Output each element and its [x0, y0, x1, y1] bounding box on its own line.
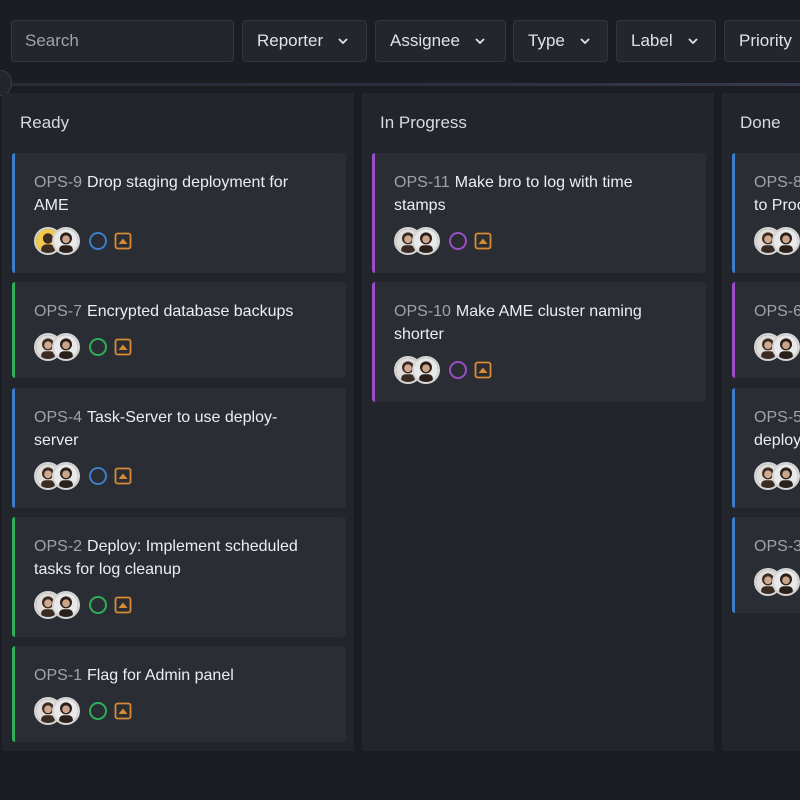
- card-ops-10[interactable]: OPS-10 Make AME cluster naming shorter: [372, 282, 706, 402]
- chevron-down-icon: [687, 38, 698, 45]
- search-input[interactable]: [11, 20, 234, 62]
- card-key: OPS-1: [34, 667, 83, 684]
- assignee-avatars[interactable]: [754, 462, 800, 490]
- priority-up-icon: [114, 596, 132, 614]
- card-ops-3[interactable]: OPS-3: [732, 517, 800, 613]
- card-title: deploy: [754, 432, 800, 449]
- chevron-down-icon: [580, 38, 590, 45]
- avatar: [52, 333, 80, 361]
- assignee-avatars[interactable]: [34, 227, 80, 255]
- avatar: [772, 568, 800, 596]
- avatar: [52, 227, 80, 255]
- card-ops-1[interactable]: OPS-1 Flag for Admin panel: [12, 646, 346, 742]
- assignee-avatars[interactable]: [754, 568, 800, 596]
- avatar: [772, 333, 800, 361]
- horizontal-scrollbar[interactable]: [12, 83, 800, 86]
- priority-up-icon: [114, 338, 132, 356]
- card-ops-8[interactable]: OPS-8 to Proc: [732, 153, 800, 273]
- assignee-avatars[interactable]: [34, 591, 80, 619]
- column-title: In Progress: [380, 113, 467, 132]
- status-in-progress-icon: [449, 232, 467, 250]
- card-ops-2[interactable]: OPS-2 Deploy: Implement scheduled tasks f…: [12, 517, 346, 637]
- chevron-down-icon: [338, 38, 348, 45]
- card-ops-9[interactable]: OPS-9 Drop staging deployment for AME: [12, 153, 346, 273]
- card-ops-7[interactable]: OPS-7 Encrypted database backups: [12, 282, 346, 378]
- avatar: [412, 227, 440, 255]
- priority-up-icon: [474, 361, 492, 379]
- priority-filter-label: Priority: [739, 31, 792, 50]
- card-ops-6[interactable]: OPS-6: [732, 282, 800, 378]
- status-in-progress-icon: [449, 361, 467, 379]
- column-done: Done OPS-8 to Proc OPS-6 OPS-5 deploy OP…: [722, 93, 800, 751]
- card-key: OPS-10: [394, 303, 451, 320]
- label-filter-label: Label: [631, 31, 673, 50]
- avatar: [52, 591, 80, 619]
- avatar: [412, 356, 440, 384]
- status-open-icon: [89, 467, 107, 485]
- assignee-avatars[interactable]: [34, 462, 80, 490]
- card-ops-5[interactable]: OPS-5 deploy: [732, 388, 800, 508]
- avatar: [772, 462, 800, 490]
- card-key: OPS-11: [394, 174, 450, 191]
- column-in-progress: In Progress OPS-11 Make bro to log with t…: [362, 93, 714, 751]
- type-filter-button[interactable]: Type: [513, 20, 608, 62]
- card-key: OPS-5: [754, 409, 800, 426]
- card-ops-4[interactable]: OPS-4 Task-Server to use deploy-server: [12, 388, 346, 508]
- assignee-avatars[interactable]: [754, 333, 800, 361]
- column-title: Ready: [20, 113, 70, 132]
- type-filter-label: Type: [528, 31, 565, 50]
- status-open-icon: [89, 232, 107, 250]
- assignee-avatars[interactable]: [754, 227, 800, 255]
- avatar: [772, 227, 800, 255]
- card-key: OPS-3: [754, 538, 800, 555]
- avatar: [52, 697, 80, 725]
- filter-bar: Reporter Assignee Type Label Priority: [0, 0, 800, 84]
- status-done-icon: [89, 338, 107, 356]
- card-key: OPS-7: [34, 303, 83, 320]
- assignee-avatars[interactable]: [34, 697, 80, 725]
- label-filter-button[interactable]: Label: [616, 20, 716, 62]
- priority-up-icon: [114, 702, 132, 720]
- card-key: OPS-2: [34, 538, 83, 555]
- assignee-avatars[interactable]: [394, 227, 440, 255]
- avatar: [52, 462, 80, 490]
- priority-filter-button[interactable]: Priority: [724, 20, 800, 62]
- status-done-icon: [89, 596, 107, 614]
- column-title: Done: [740, 113, 781, 132]
- reporter-filter-button[interactable]: Reporter: [242, 20, 367, 62]
- assignee-avatars[interactable]: [394, 356, 440, 384]
- card-key: OPS-4: [34, 409, 83, 426]
- assignee-avatars[interactable]: [34, 333, 80, 361]
- card-key: OPS-9: [34, 174, 83, 191]
- assignee-filter-button[interactable]: Assignee: [375, 20, 506, 62]
- card-title: Encrypted database backups: [87, 303, 294, 320]
- status-done-icon: [89, 702, 107, 720]
- reporter-filter-label: Reporter: [257, 31, 324, 50]
- chevron-down-icon: [475, 38, 485, 45]
- card-key: OPS-8: [754, 174, 800, 191]
- card-key: OPS-6: [754, 303, 800, 320]
- card-ops-11[interactable]: OPS-11 Make bro to log with time stamps: [372, 153, 706, 273]
- card-title: to Proc: [754, 197, 800, 214]
- column-ready: Ready OPS-9 Drop staging deployment for A…: [2, 93, 354, 751]
- priority-up-icon: [114, 467, 132, 485]
- card-title: Flag for Admin panel: [87, 667, 234, 684]
- priority-up-icon: [114, 232, 132, 250]
- priority-up-icon: [474, 232, 492, 250]
- assignee-filter-label: Assignee: [390, 31, 460, 50]
